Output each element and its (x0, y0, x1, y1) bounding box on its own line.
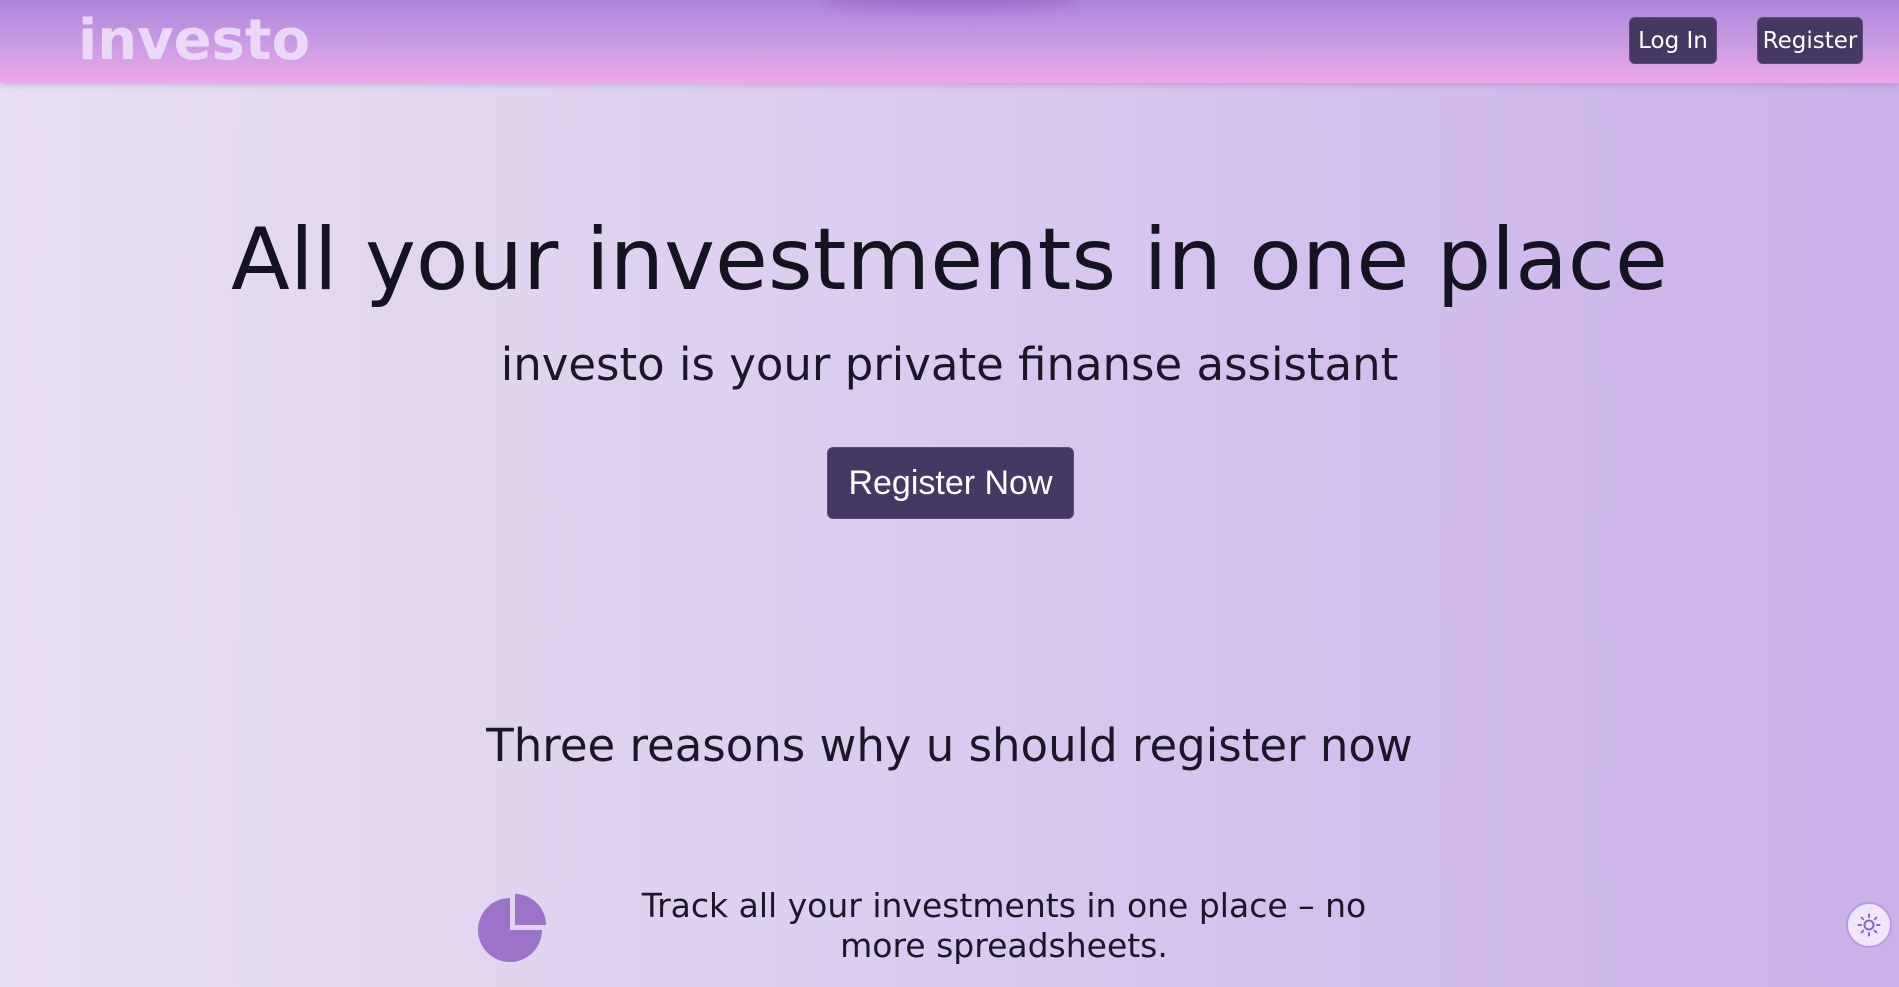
login-button[interactable]: Log In (1629, 17, 1717, 64)
hero-title: All your investments in one place (231, 210, 1668, 310)
theme-toggle-button[interactable] (1846, 902, 1892, 948)
register-now-button[interactable]: Register Now (827, 447, 1074, 519)
hero-subtitle: investo is your private finanse assistan… (500, 338, 1399, 391)
pie-chart-icon (478, 894, 546, 962)
reasons-title: Three reasons why u should register now (486, 719, 1413, 772)
navbar-glow (820, 0, 1080, 10)
brand-logo[interactable]: investo (78, 6, 310, 76)
register-button[interactable]: Register (1757, 17, 1863, 64)
reason-text: Track all your investments in one place … (641, 886, 1367, 965)
sun-icon (1857, 913, 1881, 937)
top-navbar: investo Log In Register (0, 0, 1899, 83)
